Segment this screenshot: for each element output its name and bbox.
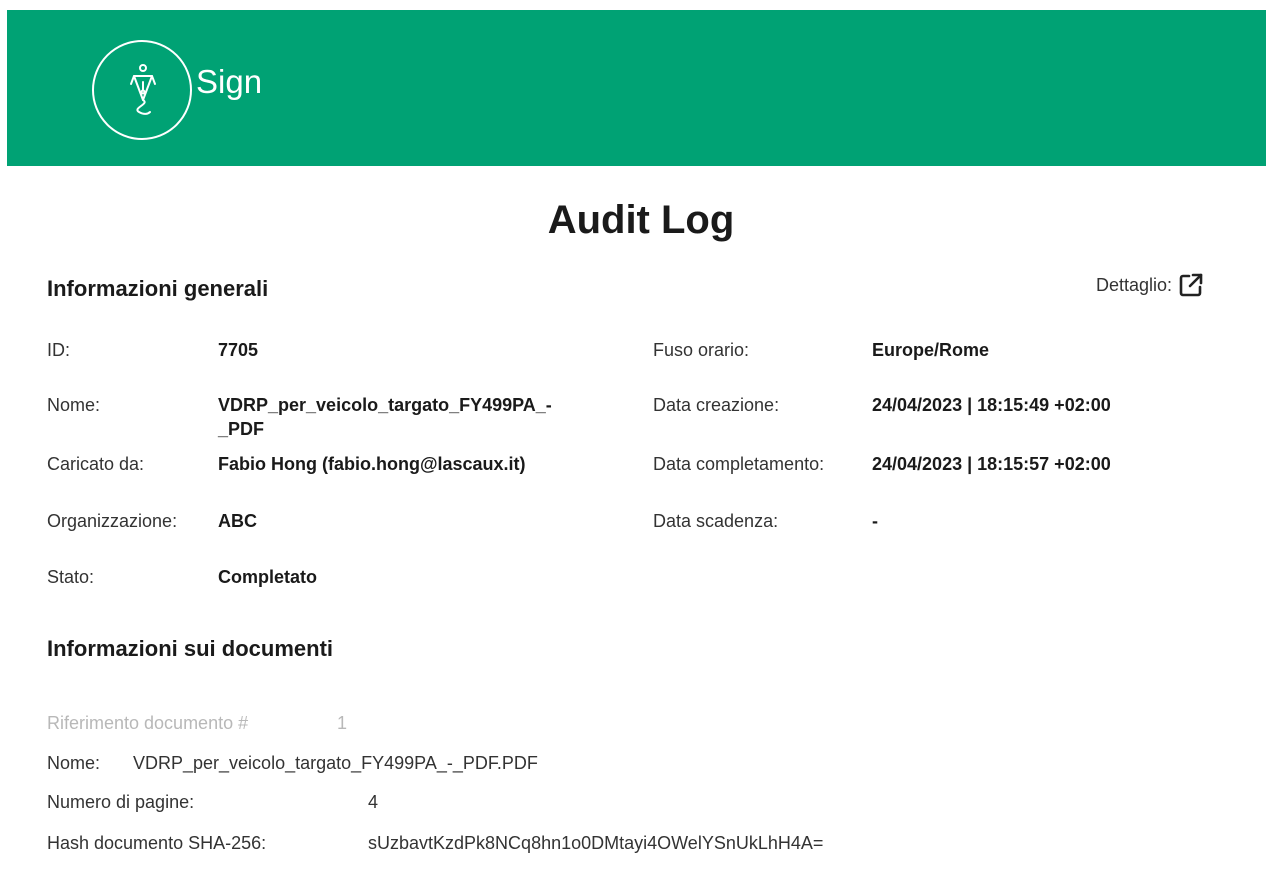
- page-count-label: Numero di pagine:: [47, 792, 195, 812]
- organization-label: Organizzazione:: [47, 511, 178, 531]
- document-reference-value: 1: [337, 713, 348, 733]
- document-name-value: VDRP_per_veicolo_targato_FY499PA_-_PDF.P…: [133, 753, 538, 773]
- document-reference-label: Riferimento documento #: [47, 713, 249, 733]
- creation-date-value: 24/04/2023 | 18:15:49 +02:00: [872, 395, 1111, 415]
- brand-name: Sign: [196, 63, 263, 100]
- uploaded-by-value: Fabio Hong (fabio.hong@lascaux.it): [218, 454, 526, 474]
- documents-info-heading: Informazioni sui documenti: [47, 636, 334, 661]
- timezone-label: Fuso orario:: [653, 340, 750, 360]
- expiry-date-label: Data scadenza:: [653, 511, 779, 531]
- id-value: 7705: [218, 340, 259, 360]
- page-title: Audit Log: [547, 198, 735, 242]
- timezone-value: Europe/Rome: [872, 340, 990, 360]
- detail-link[interactable]: Dettaglio:: [1096, 272, 1204, 298]
- audit-log-page: Sign Audit Log Informazioni generali Det…: [0, 0, 1266, 871]
- document-hash-value: sUzbavtKzdPk8NCq8hn1o0DMtayi4OWelYSnUkLh…: [368, 833, 824, 853]
- status-label: Stato:: [47, 567, 95, 587]
- id-label: ID:: [47, 340, 71, 360]
- brand-logo: [92, 40, 192, 140]
- name-label: Nome:: [47, 395, 101, 415]
- document-name-label: Nome:: [47, 753, 101, 773]
- document-hash-label: Hash documento SHA-256:: [47, 833, 267, 853]
- completion-date-value: 24/04/2023 | 18:15:57 +02:00: [872, 454, 1111, 474]
- general-info-heading: Informazioni generali: [47, 276, 269, 301]
- external-link-icon[interactable]: [1178, 272, 1204, 298]
- completion-date-label: Data completamento:: [653, 454, 825, 474]
- pen-nib-icon: [130, 64, 156, 115]
- organization-value: ABC: [218, 511, 257, 531]
- uploaded-by-label: Caricato da:: [47, 454, 145, 474]
- name-value: VDRP_per_veicolo_targato_FY499PA_- _PDF: [218, 395, 552, 439]
- header-bar: Sign: [7, 10, 1266, 166]
- page-count-value: 4: [368, 792, 379, 812]
- creation-date-label: Data creazione:: [653, 395, 780, 415]
- status-value: Completato: [218, 567, 317, 587]
- expiry-date-value: -: [872, 511, 878, 531]
- detail-label: Dettaglio:: [1096, 274, 1173, 295]
